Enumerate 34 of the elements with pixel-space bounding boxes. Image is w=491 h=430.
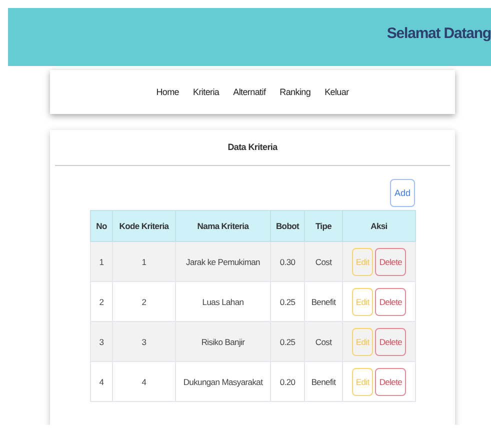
table-cell: 0.25 (270, 322, 304, 362)
table-cell: Dukungan Masyarakat (176, 362, 270, 402)
delete-button[interactable]: Delete (375, 368, 406, 396)
column-header: Bobot (270, 210, 304, 242)
table-cell: 0.20 (270, 362, 304, 402)
page-title: Selamat Datang (386, 25, 491, 42)
column-header: Tipe (304, 210, 342, 242)
table-cell: Cost (304, 242, 342, 282)
table-cell: 1 (90, 242, 112, 282)
delete-button[interactable]: Delete (375, 328, 406, 356)
table-cell: Cost (304, 322, 342, 362)
add-button[interactable]: Add (390, 179, 415, 207)
table-cell: Jarak ke Pemukiman (176, 242, 270, 282)
table-cell: 1 (112, 242, 176, 282)
table-cell: 3 (90, 322, 112, 362)
nav-link[interactable]: Home (156, 87, 180, 97)
column-header: Aksi (342, 210, 416, 242)
column-header: No (90, 210, 112, 242)
delete-button[interactable]: Delete (375, 288, 406, 316)
nav-link[interactable]: Kriteria (193, 87, 220, 97)
table-cell: Risiko Banjir (176, 322, 270, 362)
card-title: Data Kriteria (55, 142, 450, 166)
column-header: Kode Kriteria (112, 210, 176, 242)
table-cell: 0.30 (270, 242, 304, 282)
nav-link[interactable]: Keluar (324, 87, 349, 97)
table-cell: 4 (112, 362, 176, 402)
nav-link[interactable]: Ranking (280, 87, 311, 97)
column-header: Nama Kriteria (176, 210, 270, 242)
nav-link[interactable]: Alternatif (233, 87, 266, 97)
table-cell: 2 (90, 282, 112, 322)
table-cell: Benefit (304, 362, 342, 402)
delete-button[interactable]: Delete (375, 248, 406, 276)
table-cell: 3 (112, 322, 176, 362)
table-cell: 4 (90, 362, 112, 402)
